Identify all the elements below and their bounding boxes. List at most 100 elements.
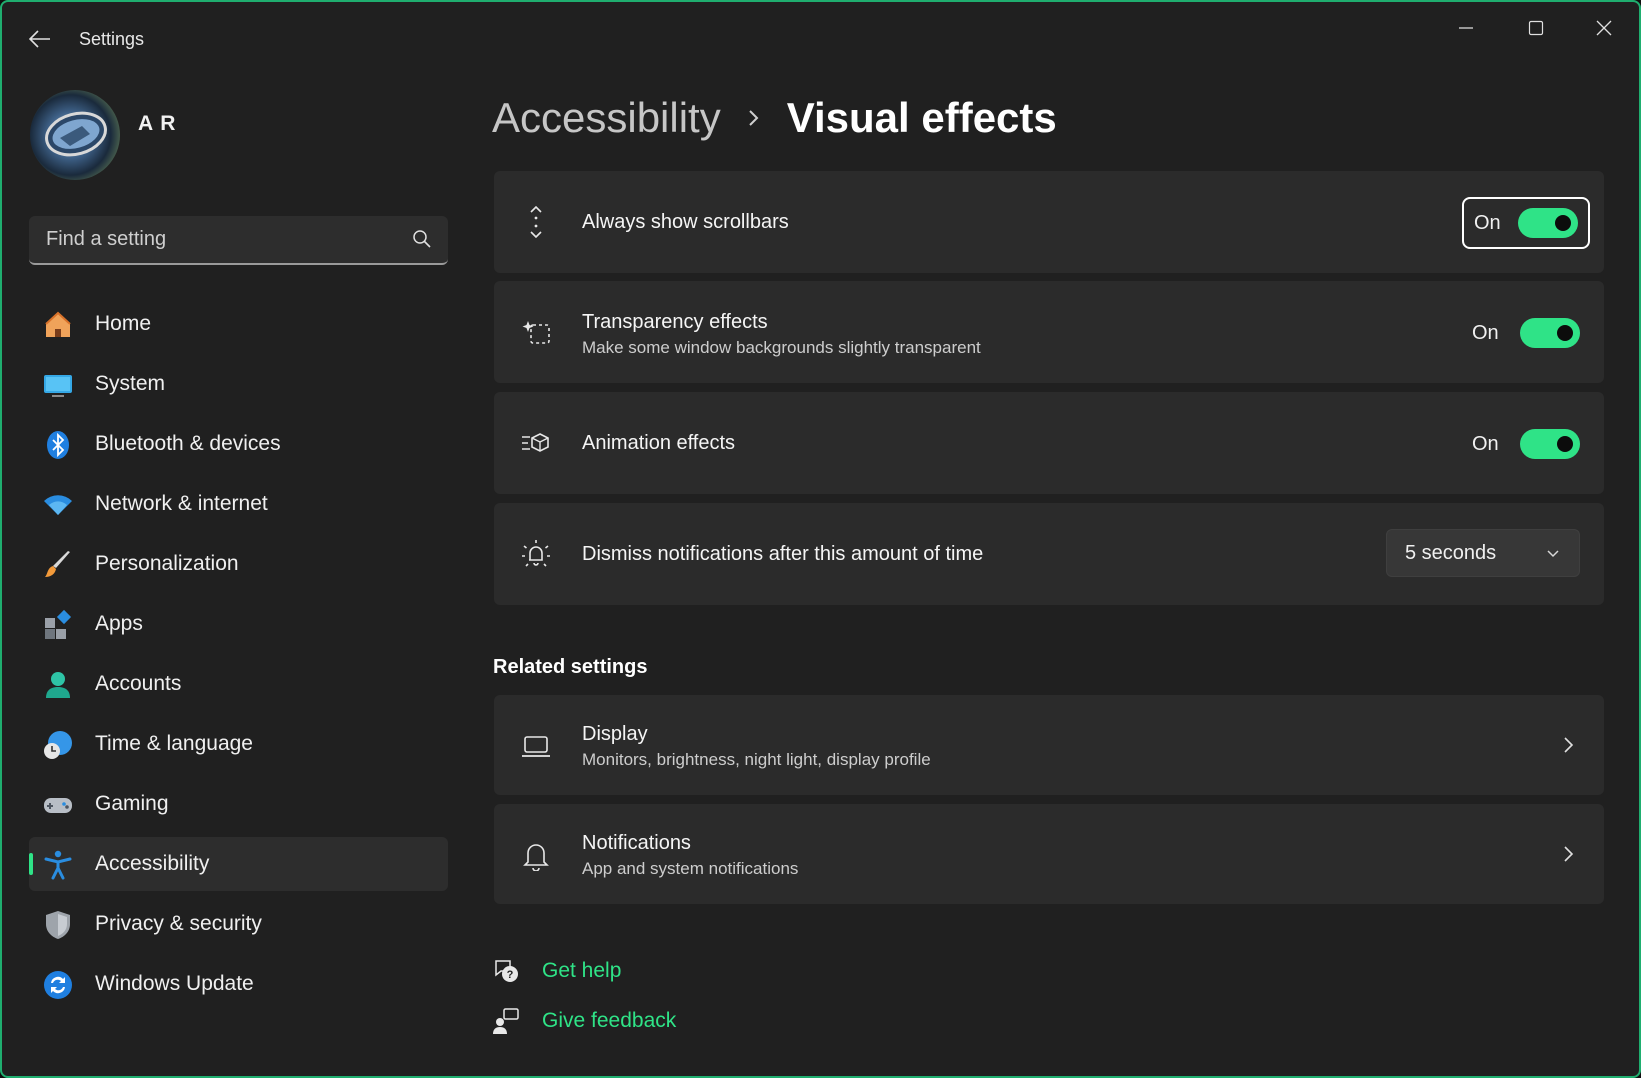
sidebar-item-time-language[interactable]: Time & language — [29, 717, 448, 771]
animation-toggle[interactable]: On — [1462, 418, 1590, 470]
toggle-switch[interactable] — [1520, 429, 1580, 459]
sidebar-item-accounts[interactable]: Accounts — [29, 657, 448, 711]
sidebar-item-label: Gaming — [95, 792, 169, 815]
setting-title: Animation effects — [582, 432, 736, 454]
sidebar-item-label: Privacy & security — [95, 912, 262, 935]
apps-icon — [45, 609, 72, 639]
back-arrow-icon — [29, 30, 50, 48]
related-item-display[interactable]: Display Monitors, brightness, night ligh… — [494, 695, 1604, 795]
page-title: Visual effects — [786, 94, 1057, 141]
brush-icon — [45, 551, 70, 577]
sidebar-item-label: Time & language — [95, 732, 253, 755]
sidebar-item-windows-update[interactable]: Windows Update — [29, 957, 448, 1011]
sidebar-nav: Home System Bluetooth & devices Network … — [29, 297, 448, 1017]
transparency-icon — [522, 321, 550, 344]
sidebar-item-label: Apps — [95, 612, 143, 635]
breadcrumb-chevron-icon — [747, 108, 761, 128]
wifi-icon — [44, 495, 72, 515]
setting-card-dismiss-notifications: Dismiss notifications after this amount … — [494, 503, 1604, 605]
minimize-button[interactable] — [1440, 12, 1492, 44]
search-icon[interactable] — [412, 229, 432, 249]
close-icon — [1596, 20, 1612, 36]
accounts-icon — [46, 672, 70, 698]
gamepad-icon — [44, 798, 72, 813]
transparency-toggle[interactable]: On — [1462, 307, 1590, 359]
bluetooth-icon — [47, 431, 69, 459]
help-chat-icon: ? — [495, 960, 518, 982]
scrollbars-toggle[interactable]: On — [1462, 197, 1590, 249]
sidebar-item-apps[interactable]: Apps — [29, 597, 448, 651]
give-feedback-label[interactable]: Give feedback — [542, 1009, 676, 1033]
get-help-link[interactable]: ? Get help — [492, 955, 621, 987]
notification-timer-icon — [522, 540, 550, 567]
search-input[interactable] — [29, 216, 448, 263]
related-item-notifications[interactable]: Notifications App and system notificatio… — [494, 804, 1604, 904]
toggle-state: On — [1472, 432, 1499, 455]
app-title: Settings — [79, 29, 145, 49]
sidebar-item-home[interactable]: Home — [29, 297, 448, 351]
svg-text:?: ? — [507, 969, 514, 981]
toggle-state: On — [1474, 211, 1501, 234]
sidebar-item-label: Accessibility — [95, 852, 210, 875]
sidebar-item-personalization[interactable]: Personalization — [29, 537, 448, 591]
minimize-icon — [1459, 27, 1473, 29]
related-item-title: Display — [582, 723, 648, 745]
update-icon — [44, 971, 72, 999]
user-name: A R — [138, 112, 177, 135]
maximize-icon — [1528, 20, 1544, 36]
toggle-switch[interactable] — [1520, 318, 1580, 348]
time-language-icon — [44, 731, 72, 759]
related-item-subtitle: App and system notifications — [582, 859, 799, 878]
dropdown-value: 5 seconds — [1405, 542, 1497, 564]
sidebar-item-gaming[interactable]: Gaming — [29, 777, 448, 831]
home-icon — [45, 311, 71, 337]
setting-title: Transparency effects — [582, 311, 768, 333]
sidebar-item-network[interactable]: Network & internet — [29, 477, 448, 531]
toggle-switch[interactable] — [1518, 208, 1578, 238]
laptop-icon — [522, 736, 550, 757]
sidebar-item-label: Home — [95, 312, 152, 335]
setting-card-animation: Animation effects On — [494, 392, 1604, 494]
accessibility-icon — [44, 850, 72, 880]
back-button[interactable] — [24, 24, 56, 54]
sidebar-item-system[interactable]: System — [29, 357, 448, 411]
title-bar: Settings — [2, 2, 1639, 72]
sidebar-item-bluetooth[interactable]: Bluetooth & devices — [29, 417, 448, 471]
setting-title: Dismiss notifications after this amount … — [582, 543, 984, 565]
feedback-icon — [493, 1008, 519, 1034]
dismiss-time-dropdown[interactable]: 5 seconds — [1386, 529, 1580, 577]
toggle-state: On — [1472, 321, 1499, 344]
bell-icon — [523, 844, 549, 871]
chevron-down-icon — [1547, 550, 1559, 558]
sidebar-item-label: Network & internet — [95, 492, 268, 515]
sidebar-item-accessibility[interactable]: Accessibility — [29, 837, 448, 891]
setting-card-scrollbars: Always show scrollbars On — [494, 171, 1604, 273]
sidebar-item-privacy-security[interactable]: Privacy & security — [29, 897, 448, 951]
avatar[interactable] — [30, 90, 120, 180]
setting-card-transparency: Transparency effects Make some window ba… — [494, 281, 1604, 383]
sidebar-item-label: Personalization — [95, 552, 239, 575]
maximize-button[interactable] — [1510, 12, 1562, 44]
search-box[interactable] — [29, 216, 448, 265]
breadcrumb: Accessibility Visual effects — [492, 88, 1057, 148]
toggle-knob — [1555, 215, 1571, 231]
system-icon — [44, 375, 72, 397]
toggle-knob — [1557, 436, 1573, 452]
setting-title: Always show scrollbars — [582, 211, 789, 233]
shield-icon — [46, 911, 70, 939]
related-item-title: Notifications — [582, 832, 691, 854]
sidebar-item-label: Windows Update — [95, 972, 254, 995]
breadcrumb-parent[interactable]: Accessibility — [492, 94, 721, 142]
active-indicator — [29, 853, 33, 875]
give-feedback-link[interactable]: Give feedback — [492, 1005, 676, 1037]
setting-subtitle: Make some window backgrounds slightly tr… — [582, 338, 981, 357]
related-item-subtitle: Monitors, brightness, night light, displ… — [582, 750, 931, 769]
chevron-right-icon — [1564, 846, 1574, 862]
animation-icon — [522, 433, 549, 452]
sidebar-item-label: Bluetooth & devices — [95, 432, 281, 455]
sidebar-item-label: System — [95, 372, 166, 395]
related-settings-heading: Related settings — [493, 656, 648, 678]
sidebar-item-label: Accounts — [95, 672, 182, 695]
close-button[interactable] — [1578, 12, 1630, 44]
get-help-label[interactable]: Get help — [542, 959, 621, 983]
